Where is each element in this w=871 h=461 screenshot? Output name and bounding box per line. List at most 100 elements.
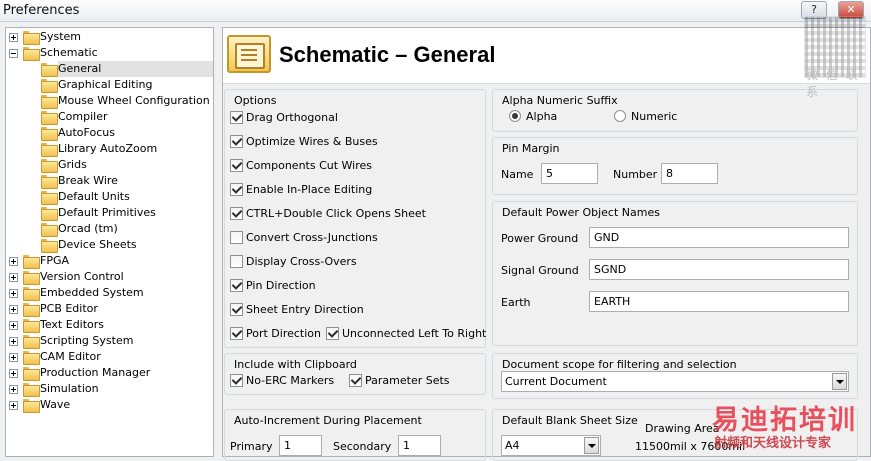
expand-icon[interactable] <box>9 369 18 378</box>
pin-name-input[interactable]: 5 <box>541 163 598 184</box>
watermark-qr-caption: 微 信 联 系 <box>806 68 860 99</box>
checkbox-box[interactable] <box>349 374 362 387</box>
tree-item-label: Production Manager <box>40 366 151 379</box>
tree-item[interactable]: Production Manager <box>6 365 211 381</box>
expand-icon[interactable] <box>9 289 18 298</box>
tree-item[interactable]: Schematic <box>6 45 211 61</box>
radio-dot[interactable] <box>509 110 521 122</box>
checkbox-box[interactable] <box>230 279 243 292</box>
tree-item[interactable]: Device Sheets <box>6 237 211 253</box>
checkbox-box[interactable] <box>230 183 243 196</box>
tree-item[interactable]: Graphical Editing <box>6 77 211 93</box>
tree-item-label: Simulation <box>40 382 99 395</box>
chevron-down-icon[interactable] <box>832 373 847 390</box>
folder-icon <box>41 175 58 189</box>
checkbox-box[interactable] <box>230 255 243 268</box>
checkbox-box[interactable] <box>230 231 243 244</box>
tree-item[interactable]: CAM Editor <box>6 349 211 365</box>
tree-item[interactable]: Version Control <box>6 269 211 285</box>
expand-icon[interactable] <box>9 273 18 282</box>
checkbox-box[interactable] <box>230 159 243 172</box>
tree-item[interactable]: Break Wire <box>6 173 211 189</box>
folder-icon <box>41 159 58 173</box>
window-title: Preferences <box>3 3 80 18</box>
earth-input[interactable]: EARTH <box>589 291 849 312</box>
checkbox-box[interactable] <box>230 135 243 148</box>
radio-dot[interactable] <box>614 110 626 122</box>
chevron-down-icon[interactable] <box>584 437 599 454</box>
folder-icon <box>41 111 58 125</box>
checkbox-box[interactable] <box>230 327 243 340</box>
document-scope-select[interactable]: Current Document <box>501 371 849 392</box>
no-erc-markers-label: No-ERC Markers <box>246 374 335 387</box>
tree-item[interactable]: PCB Editor <box>6 301 211 317</box>
expand-icon[interactable] <box>9 337 18 346</box>
tree-item-label: Compiler <box>58 110 108 123</box>
folder-icon <box>23 335 40 349</box>
folder-icon <box>23 351 40 365</box>
tree-item[interactable]: Compiler <box>6 109 211 125</box>
tree-item-label: Version Control <box>40 270 124 283</box>
expand-icon[interactable] <box>9 33 18 42</box>
tree-item[interactable]: Scripting System <box>6 333 211 349</box>
alpha-suffix-title: Alpha Numeric Suffix <box>502 94 618 107</box>
tree-item-label: Library AutoZoom <box>58 142 158 155</box>
page-header: Schematic – General <box>223 28 870 84</box>
folder-icon <box>23 383 40 397</box>
tree-item[interactable]: Library AutoZoom <box>6 141 211 157</box>
preferences-tree[interactable]: System Schematic General Graphical Editing M… <box>5 27 214 457</box>
checkbox-box[interactable] <box>326 327 339 340</box>
checkbox-box[interactable] <box>230 303 243 316</box>
checkbox-box[interactable] <box>230 207 243 220</box>
title-bar: Preferences ? ✕ <box>0 0 871 22</box>
tree-item[interactable]: System <box>6 29 211 45</box>
checkbox-box[interactable] <box>230 374 243 387</box>
tree-item[interactable]: Simulation <box>6 381 211 397</box>
folder-icon <box>23 303 40 317</box>
tree-item[interactable]: Wave <box>6 397 211 413</box>
sheet-size-select[interactable]: A4 <box>501 435 601 456</box>
tree-item[interactable]: Embedded System <box>6 285 211 301</box>
signal-ground-input[interactable]: SGND <box>589 259 849 280</box>
expand-icon[interactable] <box>9 321 18 330</box>
expand-icon[interactable] <box>9 385 18 394</box>
secondary-input[interactable]: 1 <box>398 435 441 456</box>
tree-item-label: PCB Editor <box>40 302 98 315</box>
tree-item[interactable]: Mouse Wheel Configuration <box>6 93 211 109</box>
folder-icon <box>41 207 58 221</box>
tree-item[interactable]: Orcad (tm) <box>6 221 211 237</box>
watermark-tagline: 射频和天线设计专家 <box>714 436 832 451</box>
expand-icon[interactable] <box>9 353 18 362</box>
checkbox-box[interactable] <box>230 111 243 124</box>
power-ground-input[interactable]: GND <box>589 227 849 248</box>
tree-item[interactable]: AutoFocus <box>6 125 211 141</box>
tree-item-label: Mouse Wheel Configuration <box>58 94 210 107</box>
tree-item[interactable]: Default Primitives <box>6 205 211 221</box>
tree-item-label: Grids <box>58 158 87 171</box>
options-title: Options <box>234 94 277 107</box>
folder-icon <box>41 143 58 157</box>
tree-item[interactable]: General <box>6 61 213 77</box>
page-title: Schematic – General <box>279 42 496 67</box>
collapse-icon[interactable] <box>9 49 18 58</box>
sheet-size-value: A4 <box>505 439 520 452</box>
tree-item[interactable]: Grids <box>6 157 211 173</box>
schematic-sheet-icon <box>227 35 271 73</box>
tree-item-label: Break Wire <box>58 174 118 187</box>
blank-sheet-title: Default Blank Sheet Size <box>502 414 638 427</box>
expand-icon[interactable] <box>9 401 18 410</box>
tree-item[interactable]: Default Units <box>6 189 211 205</box>
tree-item[interactable]: Text Editors <box>6 317 211 333</box>
pin-name-label: Name <box>501 168 534 181</box>
tree-item[interactable]: FPGA <box>6 253 211 269</box>
primary-input[interactable]: 1 <box>279 435 322 456</box>
pin-number-input[interactable]: 8 <box>661 163 718 184</box>
folder-icon <box>23 319 40 333</box>
alpha-label: Alpha <box>526 110 558 123</box>
tree-item-label: Orcad (tm) <box>58 222 118 235</box>
expand-icon[interactable] <box>9 305 18 314</box>
folder-icon <box>23 367 40 381</box>
expand-icon[interactable] <box>9 257 18 266</box>
option-label: CTRL+Double Click Opens Sheet <box>246 207 426 220</box>
tree-item-label: General <box>58 61 213 77</box>
